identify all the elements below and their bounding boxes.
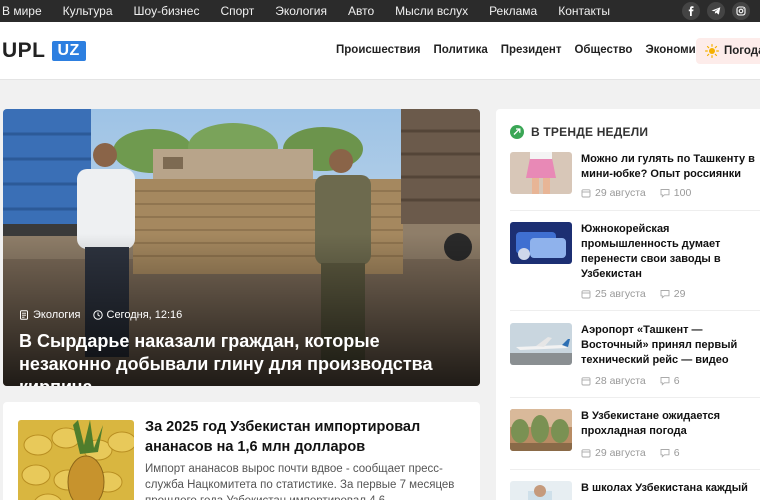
- logo-text: UPL: [2, 39, 46, 62]
- trending-item[interactable]: В школах Узбекистана каждый понедельник: [510, 481, 760, 500]
- trending-date: 29 августа: [595, 187, 646, 199]
- trending-date: 25 августа: [595, 288, 646, 300]
- telegram-icon[interactable]: [707, 2, 725, 20]
- trending-thumbnail[interactable]: [510, 152, 572, 194]
- trending-up-icon: [510, 125, 524, 139]
- top-nav-auto[interactable]: Авто: [348, 4, 374, 18]
- trending-title[interactable]: Можно ли гулять по Ташкенту в мини-юбке?…: [581, 152, 760, 182]
- trending-meta: 29 августа 6: [581, 447, 694, 459]
- site-logo[interactable]: UPL UZ: [2, 39, 86, 63]
- calendar-icon: [581, 449, 591, 458]
- site-header: UPL UZ Происшествия Политика Президент О…: [0, 22, 760, 80]
- nav-incidents[interactable]: Происшествия: [336, 44, 421, 56]
- facebook-icon[interactable]: [682, 2, 700, 20]
- calendar-icon: [581, 377, 591, 386]
- trending-meta: 25 августа 29: [581, 288, 699, 300]
- calendar-icon: [581, 189, 591, 198]
- nav-president[interactable]: Президент: [501, 44, 562, 56]
- instagram-icon[interactable]: [732, 2, 750, 20]
- pineapple-image: [18, 420, 134, 500]
- trending-date: 28 августа: [595, 375, 646, 387]
- trending-meta: 29 августа 100: [581, 187, 705, 199]
- top-nav-opinion[interactable]: Мысли вслух: [395, 4, 468, 18]
- trending-title[interactable]: Южнокорейская промышленность думает пере…: [581, 222, 760, 282]
- trending-thumbnail[interactable]: [510, 222, 572, 264]
- divider: [510, 210, 760, 211]
- trending-heading-label: В ТРЕНДЕ НЕДЕЛИ: [531, 125, 649, 139]
- trending-comments[interactable]: 6: [674, 375, 680, 387]
- logo-badge: UZ: [51, 41, 86, 61]
- weather-button[interactable]: Погода: [696, 38, 760, 64]
- nav-politics[interactable]: Политика: [434, 44, 488, 56]
- hero-meta: Экология Сегодня, 12:16: [19, 309, 194, 321]
- main-nav: Происшествия Политика Президент Общество…: [336, 44, 721, 56]
- hero-category-label: Экология: [33, 309, 81, 321]
- top-nav-ecology[interactable]: Экология: [275, 4, 327, 18]
- top-nav-world[interactable]: В мире: [2, 4, 42, 18]
- top-nav-showbiz[interactable]: Шоу-бизнес: [134, 4, 200, 18]
- trending-item[interactable]: В Узбекистане ожидается прохладная погод…: [510, 409, 760, 461]
- comment-icon: [660, 189, 670, 198]
- trending-item[interactable]: Аэропорт «Ташкент — Восточный» принял пе…: [510, 323, 760, 389]
- top-nav-ads[interactable]: Реклама: [489, 4, 537, 18]
- hero-category[interactable]: Экология: [19, 309, 81, 321]
- comment-icon: [660, 377, 670, 386]
- trending-comments[interactable]: 29: [674, 288, 686, 300]
- trending-date: 29 августа: [595, 447, 646, 459]
- trending-title[interactable]: Аэропорт «Ташкент — Восточный» принял пе…: [581, 323, 760, 368]
- trending-title[interactable]: В школах Узбекистана каждый понедельник: [581, 481, 760, 500]
- hero-time: Сегодня, 12:16: [92, 309, 183, 321]
- trending-thumbnail[interactable]: [510, 323, 572, 365]
- hero-article[interactable]: Экология Сегодня, 12:16 В Сырдарье наказ…: [3, 109, 480, 386]
- trending-title[interactable]: В Узбекистане ожидается прохладная погод…: [581, 409, 760, 439]
- top-nav-contacts[interactable]: Контакты: [558, 4, 610, 18]
- comment-icon: [660, 449, 670, 458]
- nav-society[interactable]: Общество: [574, 44, 632, 56]
- trending-sidebar: В ТРЕНДЕ НЕДЕЛИ Можно ли гулять по Ташке…: [496, 109, 760, 500]
- hero-time-label: Сегодня, 12:16: [106, 309, 183, 321]
- trending-meta: 28 августа 6: [581, 375, 694, 387]
- top-nav: В мире Культура Шоу-бизнес Спорт Экологи…: [2, 4, 631, 18]
- top-bar: В мире Культура Шоу-бизнес Спорт Экологи…: [0, 0, 760, 22]
- trending-item[interactable]: Южнокорейская промышленность думает пере…: [510, 222, 760, 302]
- hero-title[interactable]: В Сырдарье наказали граждан, которые нез…: [19, 330, 469, 386]
- clock-icon: [92, 310, 103, 320]
- social-links: [682, 2, 750, 20]
- calendar-icon: [581, 290, 591, 299]
- divider: [510, 397, 760, 398]
- top-nav-sport[interactable]: Спорт: [220, 4, 254, 18]
- sun-icon: [705, 44, 719, 58]
- article-title[interactable]: За 2025 год Узбекистан импортировал анан…: [145, 417, 465, 457]
- article-card[interactable]: За 2025 год Узбекистан импортировал анан…: [3, 402, 480, 500]
- weather-label: Погода: [724, 45, 760, 57]
- divider: [510, 469, 760, 470]
- trending-comments[interactable]: 100: [674, 187, 692, 199]
- trending-comments[interactable]: 6: [674, 447, 680, 459]
- top-nav-culture[interactable]: Культура: [63, 4, 113, 18]
- article-excerpt: Импорт ананасов вырос почти вдвое - сооб…: [145, 463, 455, 500]
- trending-thumbnail[interactable]: [510, 481, 572, 500]
- trending-thumbnail[interactable]: [510, 409, 572, 451]
- trending-item[interactable]: Можно ли гулять по Ташкенту в мини-юбке?…: [510, 152, 760, 204]
- comment-icon: [660, 290, 670, 299]
- divider: [510, 310, 760, 311]
- article-thumbnail[interactable]: [18, 420, 134, 500]
- trending-heading: В ТРЕНДЕ НЕДЕЛИ: [510, 125, 648, 139]
- document-icon: [20, 310, 28, 320]
